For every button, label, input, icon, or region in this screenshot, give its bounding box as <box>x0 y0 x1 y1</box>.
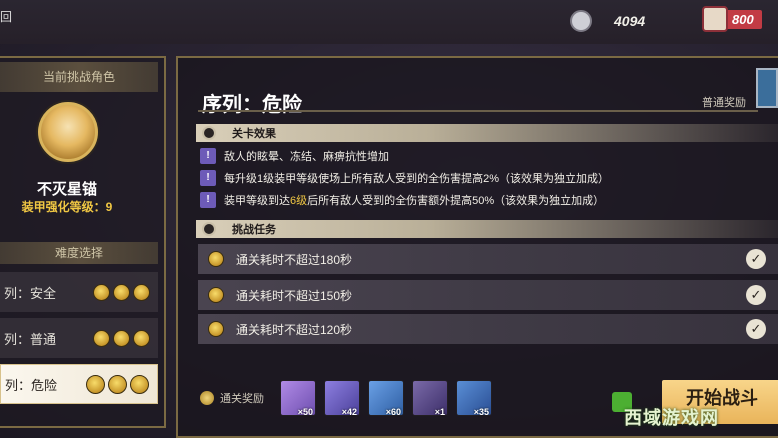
resource-stamina: 800 <box>702 6 762 32</box>
difficulty-label: 列：安全 <box>4 285 57 301</box>
effect-text-part: 装甲等级到达 <box>224 195 290 207</box>
hazard-icon <box>202 126 216 140</box>
medal-icon <box>133 329 150 347</box>
difficulty-normal[interactable]: 列：普通 <box>0 318 158 358</box>
stamina-icon <box>702 6 728 32</box>
page-title: 序列：危险 <box>202 94 302 116</box>
medal-icon <box>113 283 130 301</box>
mission-row: 通关耗时不超过180秒 ✓ <box>198 244 778 274</box>
effects-header: 关卡效果 <box>196 124 778 142</box>
medal-icon <box>208 251 224 267</box>
medal-icon <box>93 283 110 301</box>
missions-header-label: 挑战任务 <box>232 224 276 236</box>
effect-highlight: 6级 <box>290 195 308 207</box>
difficulty-danger[interactable]: 列：危险 <box>0 364 158 404</box>
mission-row: 通关耗时不超过150秒 ✓ <box>198 280 778 310</box>
crystal-icon <box>570 10 592 32</box>
title-divider <box>198 110 758 112</box>
medal-icon <box>93 329 110 347</box>
effect-text: 每升级1级装甲等级使场上所有敌人受到的全伤害提高2%（该效果为独立加成） <box>224 173 610 185</box>
difficulty-header: 难度选择 <box>0 242 158 264</box>
reward-item[interactable]: ×42 <box>324 380 360 417</box>
medal-icon <box>113 329 130 347</box>
warning-icon: ! <box>200 192 216 208</box>
character-panel: 当前挑战角色 不灭星锚 装甲强化等级：9 难度选择 列：安全 列：普通 列：危险 <box>0 56 166 428</box>
medal-icon <box>208 287 224 303</box>
reward-qty: ×42 <box>341 407 357 417</box>
reward-item[interactable]: ×35 <box>456 380 492 417</box>
normal-reward-item[interactable] <box>756 68 778 108</box>
reward-qty: ×50 <box>297 407 313 417</box>
medal-group <box>93 329 150 347</box>
medal-icon <box>86 374 105 394</box>
medal-group <box>86 374 149 394</box>
reward-qty: ×35 <box>473 407 489 417</box>
top-bar: 回 4094 800 <box>0 0 778 44</box>
stage-detail-panel: 序列：危险 普通奖励 关卡效果 ! 敌人的眩晕、冻结、麻痹抗性增加 ! 每升级1… <box>176 56 778 438</box>
reward-list: ×50 ×42 ×60 ×1 ×35 <box>280 380 492 417</box>
current-character-header: 当前挑战角色 <box>0 62 158 92</box>
watermark-text: 西域游戏网 <box>624 408 719 428</box>
medal-icon <box>108 374 127 394</box>
effect-row: ! 敌人的眩晕、冻结、麻痹抗性增加 <box>200 148 389 164</box>
character-avatar[interactable] <box>38 102 98 162</box>
check-icon: ✓ <box>746 249 766 269</box>
reward-item[interactable]: ×50 <box>280 380 316 417</box>
mission-row: 通关耗时不超过120秒 ✓ <box>198 314 778 344</box>
mission-label: 通关耗时不超过180秒 <box>236 252 353 267</box>
warning-icon: ! <box>200 148 216 164</box>
difficulty-label: 列：危险 <box>5 377 58 393</box>
warning-icon: ! <box>200 170 216 186</box>
difficulty-safe[interactable]: 列：安全 <box>0 272 158 312</box>
resource-crystal: 4094 <box>570 10 645 32</box>
clear-reward-label: 通关奖励 <box>220 393 264 405</box>
effect-text-part: 后所有敌人受到的全伤害额外提高50%（该效果为独立加成） <box>307 195 605 207</box>
mission-label: 通关耗时不超过150秒 <box>236 288 353 303</box>
effect-row: ! 装甲等级到达6级后所有敌人受到的全伤害额外提高50%（该效果为独立加成） <box>200 192 604 208</box>
armor-level: 装甲强化等级：9 <box>21 200 113 214</box>
mission-label: 通关耗时不超过120秒 <box>236 322 353 337</box>
crystal-count: 4094 <box>614 13 646 29</box>
reward-qty: ×60 <box>385 407 401 417</box>
medal-icon <box>133 283 150 301</box>
clear-reward-row: 通关奖励 <box>200 390 264 406</box>
effects-header-label: 关卡效果 <box>232 128 276 140</box>
hazard-icon <box>202 222 216 236</box>
back-button[interactable]: 回 <box>0 8 12 25</box>
check-icon: ✓ <box>746 285 766 305</box>
medal-group <box>93 283 150 301</box>
medal-icon <box>130 374 149 394</box>
character-name: 不灭星锚 <box>36 181 97 198</box>
effect-text: 敌人的眩晕、冻结、麻痹抗性增加 <box>224 151 389 163</box>
stamina-wrap: 800 <box>702 6 762 32</box>
check-icon: ✓ <box>746 319 766 339</box>
missions-header: 挑战任务 <box>196 220 778 238</box>
difficulty-label: 列：普通 <box>4 331 57 347</box>
medal-icon <box>208 321 224 337</box>
reward-item[interactable]: ×1 <box>412 380 448 417</box>
effect-text: 装甲等级到达6级后所有敌人受到的全伤害额外提高50%（该效果为独立加成） <box>224 192 604 208</box>
normal-reward-label: 普通奖励 <box>702 97 746 109</box>
reward-item[interactable]: ×60 <box>368 380 404 417</box>
effect-row: ! 每升级1级装甲等级使场上所有敌人受到的全伤害提高2%（该效果为独立加成） <box>200 170 609 186</box>
coin-icon <box>200 391 214 405</box>
reward-qty: ×1 <box>434 407 445 417</box>
